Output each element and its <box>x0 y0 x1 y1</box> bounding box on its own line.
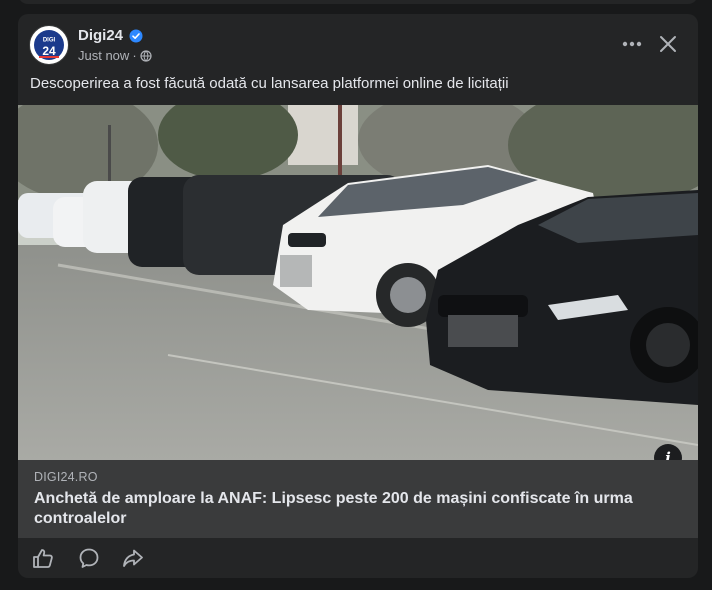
svg-text:24: 24 <box>42 44 56 58</box>
like-button[interactable] <box>28 544 58 572</box>
page-name[interactable]: Digi24 <box>78 27 123 44</box>
comment-button[interactable] <box>74 544 104 572</box>
share-icon <box>123 549 143 567</box>
link-domain: DIGI24.RO <box>34 470 98 484</box>
page-avatar[interactable]: DIGI 24 <box>29 25 69 65</box>
svg-text:DIGI: DIGI <box>43 38 56 44</box>
post-header: DIGI 24 Digi24 Just now · <box>18 14 698 74</box>
link-preview-image[interactable] <box>18 105 698 460</box>
digi24-logo: DIGI 24 <box>31 27 67 63</box>
more-options-icon <box>622 41 642 47</box>
comment-icon <box>79 548 99 568</box>
parked-cars-photo <box>18 105 698 460</box>
feed-post: DIGI 24 Digi24 Just now · Descoperirea a… <box>18 14 698 578</box>
post-meta: Just now · <box>78 48 152 63</box>
post-timestamp[interactable]: Just now <box>78 48 129 63</box>
link-headline[interactable]: Anchetă de amploare la ANAF: Lipsesc pes… <box>34 489 674 529</box>
previous-post-card <box>18 0 698 4</box>
thumbs-up-icon <box>33 549 53 568</box>
close-icon <box>660 36 676 52</box>
meta-separator: · <box>132 48 137 63</box>
verified-badge-icon <box>129 29 143 43</box>
post-caption: Descoperirea a fost făcută odată cu lans… <box>30 75 509 92</box>
link-preview-info[interactable]: DIGI24.RO Anchetă de amploare la ANAF: L… <box>18 460 698 538</box>
globe-icon <box>140 49 152 62</box>
more-options-button[interactable] <box>616 32 648 56</box>
share-button[interactable] <box>118 544 148 572</box>
post-actions-bar <box>18 538 698 578</box>
close-button[interactable] <box>654 30 682 58</box>
